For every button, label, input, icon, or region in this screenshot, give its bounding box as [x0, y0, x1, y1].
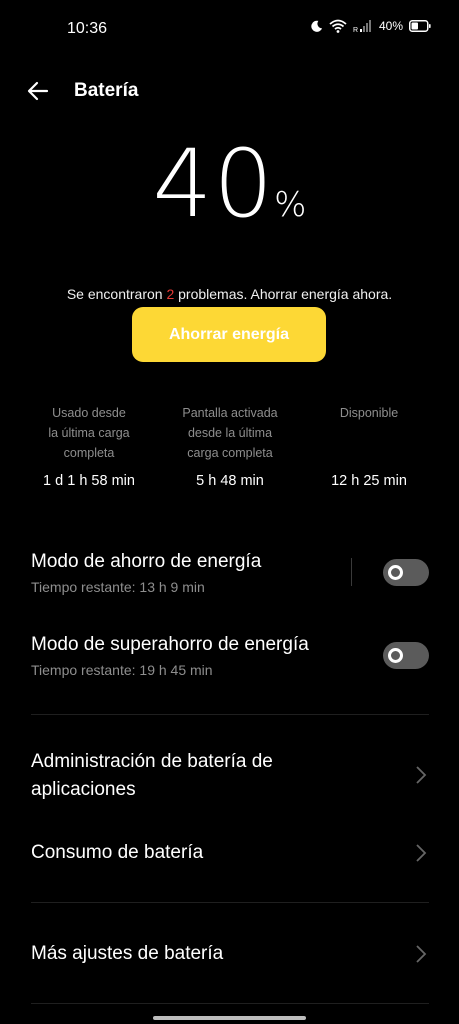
cellular-signal-icon: R	[353, 19, 373, 33]
app-battery-management-label: Administración de batería de aplicacione…	[31, 751, 273, 800]
problems-suffix: problemas. Ahorrar energía ahora.	[174, 286, 393, 302]
do-not-disturb-moon-icon	[310, 20, 323, 33]
problems-message: Se encontraron 2 problemas. Ahorrar ener…	[0, 286, 459, 302]
power-saving-toggle[interactable]	[383, 559, 429, 586]
battery-icon	[409, 20, 431, 32]
stat-available: Disponible 12 h 25 min	[310, 403, 428, 489]
wifi-icon	[329, 19, 347, 33]
toggle-knob	[388, 648, 403, 663]
status-time: 10:36	[67, 20, 108, 37]
stat-label-line: completa	[63, 446, 115, 460]
app-battery-management-item[interactable]: Administración de batería de aplicacione…	[31, 748, 429, 806]
battery-percent-symbol: %	[274, 185, 307, 225]
power-saving-subtitle: Tiempo restante: 13 h 9 min	[31, 579, 205, 595]
super-saving-subtitle: Tiempo restante: 19 h 45 min	[31, 662, 213, 678]
problems-prefix: Se encontraron	[66, 286, 167, 302]
stat-value: 12 h 25 min	[331, 473, 407, 489]
page-title: Batería	[74, 80, 139, 101]
stat-label-line: la última carga	[48, 426, 130, 440]
chevron-right-icon	[416, 945, 427, 963]
battery-consumption-item[interactable]: Consumo de batería	[31, 839, 429, 869]
save-energy-button[interactable]: Ahorrar energía	[132, 307, 326, 362]
super-saving-title: Modo de superahorro de energía	[31, 634, 309, 655]
toggle-knob	[388, 565, 403, 580]
section-divider	[31, 1003, 429, 1004]
chevron-right-icon	[416, 844, 427, 862]
battery-percent-value: 40	[152, 130, 275, 239]
chevron-right-icon	[416, 766, 427, 784]
status-bar: 10:36 R 40%	[0, 0, 459, 58]
back-arrow-icon	[27, 81, 49, 101]
battery-level-display: 40%	[0, 130, 459, 239]
stat-value: 5 h 48 min	[196, 473, 264, 489]
stat-label-line: Pantalla activada	[182, 406, 278, 420]
battery-consumption-label: Consumo de batería	[31, 842, 204, 863]
carrier-label: R	[353, 27, 358, 33]
more-battery-settings-label: Más ajustes de batería	[31, 943, 224, 964]
section-divider	[31, 902, 429, 903]
status-icons: R 40%	[310, 19, 431, 33]
power-saving-title: Modo de ahorro de energía	[31, 551, 262, 572]
more-battery-settings-item[interactable]: Más ajustes de batería	[31, 940, 429, 970]
header: Batería	[0, 76, 459, 108]
stat-screen-on: Pantalla activada desde la última carga …	[167, 403, 293, 489]
section-divider	[31, 714, 429, 715]
stat-label-line: carga completa	[187, 446, 273, 460]
home-indicator[interactable]	[153, 1016, 306, 1020]
super-saving-row[interactable]: Modo de superahorro de energía Tiempo re…	[31, 631, 429, 691]
super-saving-toggle[interactable]	[383, 642, 429, 669]
vertical-divider	[351, 558, 352, 586]
stat-label-line: Disponible	[339, 406, 399, 420]
status-battery-percent: 40%	[378, 19, 403, 33]
back-button[interactable]	[26, 80, 54, 104]
stat-used-since-charge: Usado desde la última carga completa 1 d…	[27, 403, 151, 489]
stat-label-line: Usado desde	[52, 406, 126, 420]
stat-value: 1 d 1 h 58 min	[43, 473, 135, 489]
power-saving-row[interactable]: Modo de ahorro de energía Tiempo restant…	[31, 548, 429, 608]
stat-label-line: desde la última	[187, 426, 273, 440]
